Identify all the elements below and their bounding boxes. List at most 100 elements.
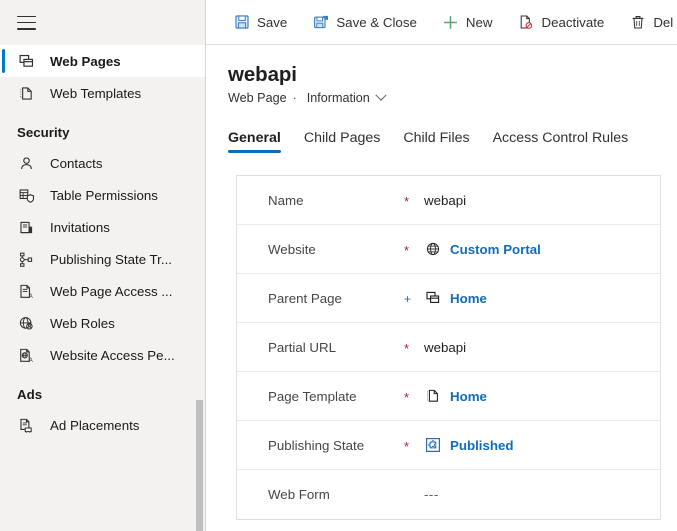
field-label: Publishing State (268, 437, 365, 453)
sidebar-item-table-permissions[interactable]: Table Permissions (0, 179, 205, 211)
sidebar-item-website-access-permissions[interactable]: A Website Access Pe... (0, 339, 205, 371)
tab-general[interactable]: General (228, 130, 281, 153)
required-marker: * (404, 389, 410, 405)
sidebar-item-publishing-state-transitions[interactable]: Publishing State Tr... (0, 243, 205, 275)
deactivate-button[interactable]: Deactivate (508, 6, 613, 38)
tab-child-pages[interactable]: Child Pages (304, 130, 381, 153)
form-row-website: Website * Custom Portal (237, 225, 660, 274)
sidebar: Web Pages Web Templates Security Contact… (0, 0, 206, 531)
website-access-icon: A (17, 346, 36, 365)
web-roles-icon (17, 314, 36, 333)
sidebar-group-label: Security (17, 125, 70, 140)
sidebar-item-contacts[interactable]: Contacts (0, 147, 205, 179)
chevron-down-icon (375, 89, 387, 101)
field-value-text: Custom Portal (450, 241, 541, 257)
field-value-publishing-state[interactable]: Published (424, 436, 514, 454)
publishing-state-icon (424, 436, 442, 454)
web-pages-icon (424, 289, 442, 307)
deactivate-icon (517, 14, 534, 31)
sidebar-group-label: Ads (17, 387, 43, 402)
sidebar-item-label: Web Pages (50, 53, 121, 69)
sidebar-item-label: Web Roles (50, 315, 115, 331)
sidebar-item-label: Ad Placements (50, 417, 140, 433)
required-marker: * (404, 438, 410, 454)
sidebar-item-web-pages[interactable]: Web Pages (0, 45, 205, 77)
field-label: Partial URL (268, 339, 336, 355)
contact-person-icon (17, 154, 36, 173)
field-value-parent-page[interactable]: Home (424, 289, 487, 307)
sidebar-item-label: Web Page Access ... (50, 283, 173, 299)
app-root: Web Pages Web Templates Security Contact… (0, 0, 677, 531)
form-selector[interactable]: Information (306, 89, 387, 105)
tab-child-files[interactable]: Child Files (403, 130, 469, 153)
form-row-partial-url: Partial URL * webapi (237, 323, 660, 372)
form-row-web-form: Web Form --- (237, 470, 660, 519)
field-value-partial-url[interactable]: webapi (424, 340, 466, 355)
field-value-text: Published (450, 437, 514, 453)
save-and-close-button[interactable]: Save & Close (303, 6, 426, 38)
delete-button[interactable]: Del (620, 6, 677, 38)
field-value-text: Home (450, 290, 487, 306)
field-label: Web Form (268, 487, 330, 502)
form-card: Name * webapi Website * Custom Portal Pa… (236, 175, 661, 520)
tab-access-control-rules[interactable]: Access Control Rules (493, 130, 629, 153)
sidebar-item-web-roles[interactable]: Web Roles (0, 307, 205, 339)
sidebar-group-ads: Ads (0, 371, 205, 409)
sidebar-item-invitations[interactable]: Invitations (0, 211, 205, 243)
form-row-publishing-state: Publishing State * Published (237, 421, 660, 470)
svg-text:A: A (29, 358, 33, 364)
field-value-text: --- (424, 487, 439, 502)
command-bar: Save Save & Close New Deactivate Del (206, 0, 677, 45)
form-selector-label: Information (306, 91, 370, 105)
trash-icon (629, 14, 646, 31)
plus-icon (442, 14, 459, 31)
field-value-website[interactable]: Custom Portal (424, 240, 541, 258)
sidebar-item-label: Website Access Pe... (50, 347, 175, 363)
page-template-icon (424, 387, 442, 405)
table-permissions-icon (17, 186, 36, 205)
field-value-name[interactable]: webapi (424, 193, 466, 208)
publishing-state-transition-icon (17, 250, 36, 269)
required-marker: * (404, 242, 410, 258)
tab-strip: General Child Pages Child Files Access C… (228, 119, 677, 153)
save-icon (233, 14, 250, 31)
field-value-text: Home (450, 388, 487, 404)
sidebar-item-web-templates[interactable]: Web Templates (0, 77, 205, 109)
new-button[interactable]: New (433, 6, 502, 38)
page-title: webapi (228, 63, 297, 86)
save-button-label: Save (257, 14, 288, 30)
save-and-close-icon (312, 14, 329, 31)
required-marker: * (404, 340, 410, 356)
sidebar-nav-scroll[interactable]: Web Pages Web Templates Security Contact… (0, 45, 205, 531)
sidebar-item-label: Table Permissions (50, 187, 158, 203)
sidebar-item-label: Invitations (50, 219, 110, 235)
field-label: Page Template (268, 388, 357, 404)
delete-button-label: Del (653, 14, 674, 30)
sidebar-item-label: Contacts (50, 155, 103, 171)
sidebar-scrollbar-thumb[interactable] (196, 400, 203, 531)
field-value-page-template[interactable]: Home (424, 387, 487, 405)
form-row-page-template: Page Template * Home (237, 372, 660, 421)
globe-icon (424, 240, 442, 258)
hamburger-icon[interactable] (17, 15, 36, 30)
ad-placements-icon (17, 416, 36, 435)
sidebar-item-web-page-access[interactable]: A Web Page Access ... (0, 275, 205, 307)
save-button[interactable]: Save (224, 6, 296, 38)
sidebar-header (0, 0, 205, 45)
required-marker: * (404, 193, 410, 209)
form-row-name: Name * webapi (237, 176, 660, 225)
form-row-parent-page: Parent Page + Home (237, 274, 660, 323)
deactivate-button-label: Deactivate (541, 14, 605, 30)
sidebar-item-label: Publishing State Tr... (50, 251, 172, 267)
web-templates-icon (17, 84, 36, 103)
entity-name: Web Page (228, 91, 287, 105)
required-marker (404, 494, 424, 496)
separator: · (292, 91, 297, 105)
optional-marker: + (404, 292, 412, 306)
sidebar-item-ad-placements[interactable]: Ad Placements (0, 409, 205, 441)
field-value-text: webapi (424, 192, 467, 208)
svg-text:A: A (29, 293, 33, 299)
field-label: Parent Page (268, 290, 342, 306)
field-value-web-form[interactable]: --- (424, 487, 439, 502)
record-header: webapi Web Page · Information (206, 45, 677, 105)
